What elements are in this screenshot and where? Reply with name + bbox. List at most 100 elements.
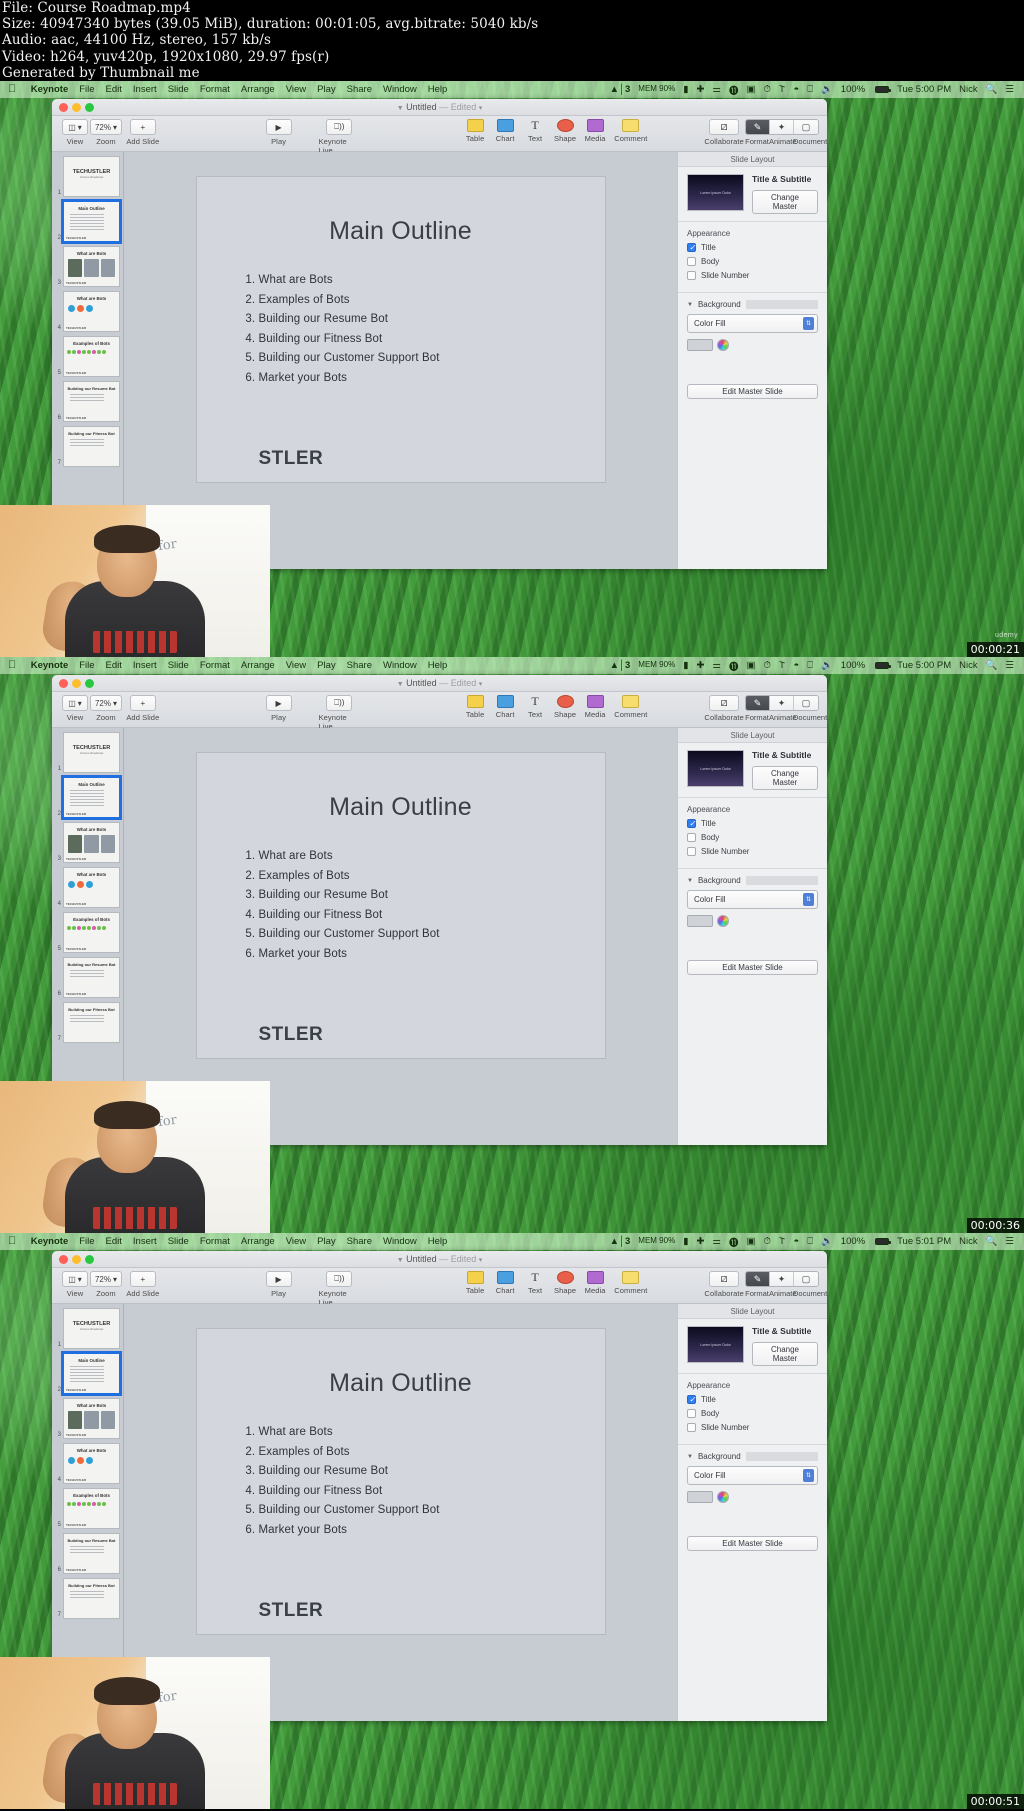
thumb-row-2[interactable]: 2 Main Outline TECHUSTLER <box>55 199 122 245</box>
menu-item-slide[interactable]: Slide <box>162 660 194 671</box>
current-slide[interactable]: Main Outline What are Bots Examples of B… <box>195 752 606 1060</box>
checkbox-slide-number[interactable]: Slide Number <box>687 847 818 857</box>
checkbox-slide-number[interactable]: Slide Number <box>687 271 818 281</box>
lock-icon[interactable]: ⚌ <box>708 84 725 95</box>
thumb-row-3[interactable]: 3 What are Bots TECHUSTLER <box>55 1398 120 1440</box>
play-button[interactable]: ▶ Play <box>264 1271 294 1298</box>
battery-icon[interactable] <box>869 86 893 94</box>
battery-icon[interactable] <box>869 662 893 670</box>
chevron-down-icon[interactable]: ▼ <box>687 302 693 308</box>
play-button[interactable]: ▶ Play <box>264 695 294 722</box>
menu-item-help[interactable]: Help <box>422 660 453 671</box>
airplay-icon[interactable]: ⎕ <box>803 660 817 671</box>
change-master-button[interactable]: Change Master <box>752 190 818 215</box>
slide-thumbnail[interactable]: What are Bots TECHUSTLER <box>63 291 120 333</box>
apple-icon[interactable]:  <box>8 1236 16 1247</box>
edit-master-slide-button[interactable]: Edit Master Slide <box>687 384 818 400</box>
display-icon[interactable]: ▮ <box>679 84 692 95</box>
airplay-icon[interactable]: ⎕ <box>803 84 817 95</box>
document-tab[interactable]: ▢ <box>794 120 818 135</box>
view-button[interactable]: ◫ ▾ View <box>60 1271 90 1298</box>
checkbox-body[interactable]: Body <box>687 257 818 267</box>
chevron-down-icon[interactable]: ▾ <box>479 105 483 112</box>
thumb-row-1[interactable]: 1 TECHUSTLER Course Roadmap <box>55 732 120 774</box>
fill-type-select[interactable]: Color Fill ⇅ <box>687 890 818 910</box>
slide-thumbnail[interactable]: TECHUSTLER Course Roadmap <box>63 732 120 774</box>
menu-item-format[interactable]: Format <box>194 660 235 671</box>
view-button[interactable]: ◫ ▾ View <box>60 119 90 146</box>
color-swatch[interactable] <box>687 339 713 352</box>
checkbox-title[interactable]: Title <box>687 242 818 253</box>
thumb-row-4[interactable]: 4 What are Bots TECHUSTLER <box>55 867 120 909</box>
thumb-row-3[interactable]: 3 What are Bots TECHUSTLER <box>55 246 120 288</box>
menu-item-view[interactable]: View <box>280 660 311 671</box>
menu-item-format[interactable]: Format <box>194 1236 235 1247</box>
control-center-icon[interactable]: ☰ <box>1001 84 1018 95</box>
menu-item-insert[interactable]: Insert <box>127 84 162 95</box>
collaborate-button[interactable]: ⚂ Collaborate <box>703 1271 745 1298</box>
lock-icon[interactable]: ⚌ <box>708 660 725 671</box>
checkbox-icon[interactable] <box>687 833 696 843</box>
format-tab[interactable]: ✎ <box>746 1272 770 1287</box>
slide-thumbnail[interactable]: Examples of Bots TECHUSTLER <box>63 1488 120 1530</box>
inspector-segmented-control[interactable]: ✎ ✦ ▢ <box>745 695 819 712</box>
master-slide-thumbnail[interactable]: Lorem Ipsum Dolor <box>687 174 744 212</box>
menu-item-file[interactable]: File <box>74 660 100 671</box>
slide-thumbnail[interactable]: TECHUSTLER Course Roadmap <box>63 1308 120 1350</box>
apple-icon[interactable]:  <box>8 660 16 671</box>
inspector-segmented-control[interactable]: ✎ ✦ ▢ <box>745 1271 819 1288</box>
power-plug-icon[interactable]: ✚ <box>692 84 708 95</box>
chart-button[interactable]: Chart <box>490 119 520 143</box>
thumb-row-2[interactable]: 2 Main Outline TECHUSTLER <box>55 775 122 821</box>
slide-thumbnail-selected[interactable]: Main Outline TECHUSTLER <box>61 775 122 821</box>
menu-clock[interactable]: Tue 5:00 PM <box>893 660 955 671</box>
menu-item-arrange[interactable]: Arrange <box>235 660 280 671</box>
checkbox-body[interactable]: Body <box>687 833 818 843</box>
comment-button[interactable]: Comment <box>610 1271 652 1295</box>
menu-item-edit[interactable]: Edit <box>100 84 127 95</box>
color-wheel-icon[interactable] <box>717 1491 729 1504</box>
thumb-row-6[interactable]: 6 Building our Resume Bot TECHUSTLER <box>55 381 120 423</box>
color-wheel-icon[interactable] <box>717 339 729 352</box>
menu-item-play[interactable]: Play <box>312 660 341 671</box>
text-button[interactable]: T Text <box>520 119 550 144</box>
memory-monitor-icon[interactable]: MEM 90% <box>634 660 679 669</box>
menu-item-share[interactable]: Share <box>341 84 377 95</box>
thumb-row-4[interactable]: 4 What are Bots TECHUSTLER <box>55 1443 120 1485</box>
thumb-row-5[interactable]: 5 Examples of Bots TECHUSTLER <box>55 1488 120 1530</box>
document-title[interactable]: Untitled <box>406 102 437 112</box>
keynote-live-button[interactable]: ⎕)) Keynote Live <box>319 1271 361 1307</box>
thumb-row-4[interactable]: 4 What are Bots TECHUSTLER <box>55 291 120 333</box>
slide-thumbnail[interactable]: What are Bots TECHUSTLER <box>63 822 120 864</box>
menu-item-slide[interactable]: Slide <box>162 1236 194 1247</box>
memory-monitor-icon[interactable]: MEM 90% <box>634 84 679 93</box>
color-wheel-icon[interactable] <box>717 915 729 928</box>
slide-thumbnail[interactable]: Building our Resume Bot TECHUSTLER <box>63 381 120 423</box>
apple-icon[interactable]:  <box>8 84 16 95</box>
media-button[interactable]: Media <box>580 695 610 719</box>
slide-thumbnail[interactable]: What are Bots TECHUSTLER <box>63 246 120 288</box>
slide-thumbnail[interactable]: Building our Fitness Bot <box>63 1002 120 1044</box>
menu-item-view[interactable]: View <box>280 1236 311 1247</box>
slide-thumbnail[interactable]: Building our Resume Bot TECHUSTLER <box>63 1533 120 1575</box>
volume-icon[interactable]: 🔈 <box>817 1236 837 1247</box>
control-center-icon[interactable]: ☰ <box>1001 1236 1018 1247</box>
search-icon[interactable]: 🔍 <box>982 660 1002 671</box>
zoom-control[interactable]: 72% ▾ Zoom <box>89 1271 123 1298</box>
do-not-disturb-icon[interactable]: ⓫ <box>725 1235 743 1249</box>
menu-item-file[interactable]: File <box>74 1236 100 1247</box>
wifi-icon[interactable]: ◓ <box>789 84 803 95</box>
slide-thumbnail-selected[interactable]: Main Outline TECHUSTLER <box>61 199 122 245</box>
menu-item-arrange[interactable]: Arrange <box>235 84 280 95</box>
change-master-button[interactable]: Change Master <box>752 766 818 791</box>
comment-button[interactable]: Comment <box>610 119 652 143</box>
thumb-row-7[interactable]: 7 Building our Fitness Bot <box>55 1578 120 1620</box>
checkbox-title[interactable]: Title <box>687 1394 818 1405</box>
slide-thumbnail[interactable]: TECHUSTLER Course Roadmap <box>63 156 120 198</box>
slide-thumbnail[interactable]: Examples of Bots TECHUSTLER <box>63 912 120 954</box>
menu-item-view[interactable]: View <box>280 84 311 95</box>
menu-item-arrange[interactable]: Arrange <box>235 1236 280 1247</box>
thumb-row-5[interactable]: 5 Examples of Bots TECHUSTLER <box>55 912 120 954</box>
power-plug-icon[interactable]: ✚ <box>692 660 708 671</box>
power-plug-icon[interactable]: ✚ <box>692 1236 708 1247</box>
